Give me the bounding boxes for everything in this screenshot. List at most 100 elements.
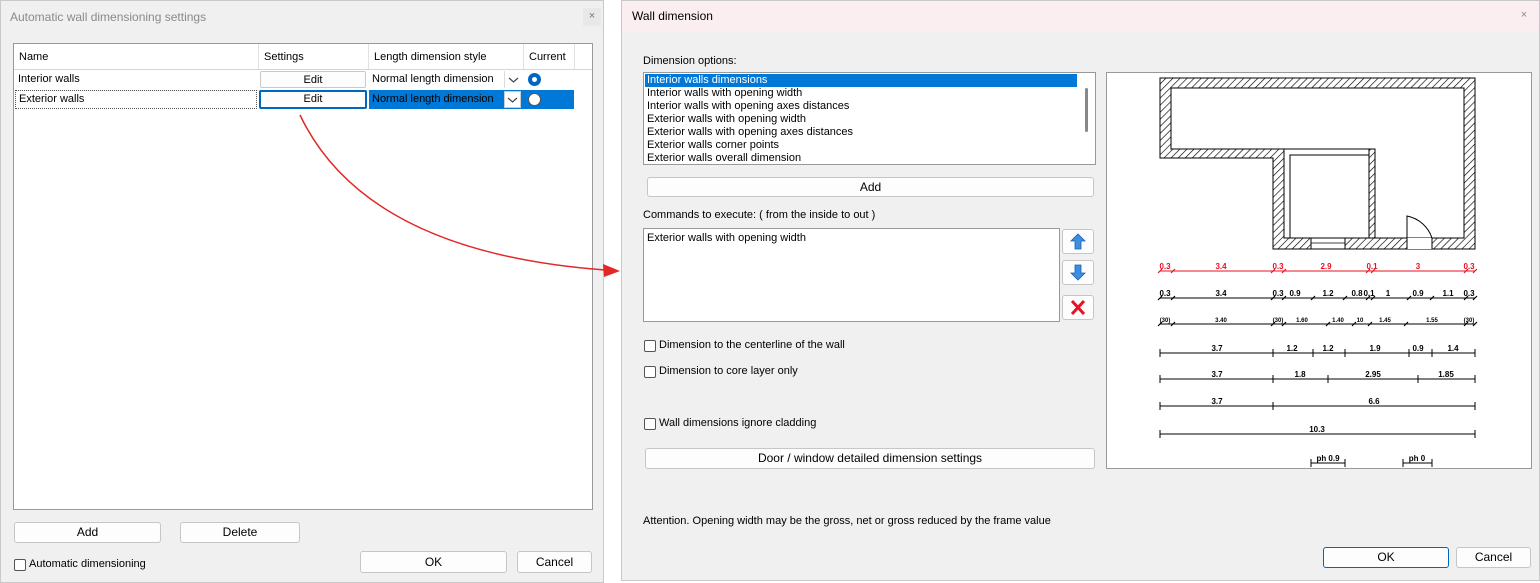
delete-button[interactable]: Delete bbox=[180, 522, 300, 543]
header-divider bbox=[574, 44, 575, 69]
dimension-options-label: Dimension options: bbox=[643, 55, 737, 67]
dim-label: 1.2 bbox=[1322, 344, 1334, 353]
dim-label: 6.6 bbox=[1368, 397, 1380, 406]
list-item[interactable]: Exterior walls with opening axes distanc… bbox=[647, 126, 853, 138]
dim-label: 3.7 bbox=[1211, 370, 1223, 379]
dim-label: ph 0 bbox=[1409, 454, 1426, 463]
style-value: Normal length dimension bbox=[372, 93, 494, 105]
ignore-cladding-label: Wall dimensions ignore cladding bbox=[659, 417, 817, 429]
window-opening bbox=[1310, 237, 1346, 250]
col-header-style[interactable]: Length dimension style bbox=[374, 51, 487, 63]
title-bar: Automatic wall dimensioning settings × bbox=[1, 1, 603, 33]
selected-style-cell[interactable]: Normal length dimension bbox=[369, 90, 574, 109]
dim-label: 10.3 bbox=[1309, 425, 1325, 434]
dim-label: 1.4 bbox=[1447, 344, 1459, 353]
scrollbar-thumb[interactable] bbox=[1085, 88, 1088, 132]
dim-label: 3.4 bbox=[1215, 289, 1227, 298]
remove-command-button[interactable] bbox=[1062, 295, 1094, 320]
centerline-label: Dimension to the centerline of the wall bbox=[659, 339, 845, 351]
door-window-settings-button[interactable]: Door / window detailed dimension setting… bbox=[645, 448, 1095, 469]
wall-dimension-dialog: Wall dimension × Dimension options: Inte… bbox=[621, 0, 1540, 581]
list-item[interactable]: Interior walls with opening axes distanc… bbox=[647, 100, 849, 112]
automatic-dimensioning-checkbox[interactable] bbox=[14, 559, 26, 571]
door-opening bbox=[1407, 238, 1432, 249]
move-up-button[interactable] bbox=[1062, 229, 1094, 254]
dim-label: 1.40 bbox=[1332, 318, 1344, 324]
attention-text: Attention. Opening width may be the gros… bbox=[643, 515, 1051, 527]
commands-label: Commands to execute: ( from the inside t… bbox=[643, 209, 876, 221]
dim-label: 3 bbox=[1416, 262, 1421, 271]
dim-label: 0.8 bbox=[1351, 289, 1363, 298]
header-divider bbox=[368, 44, 369, 69]
add-button[interactable]: Add bbox=[14, 522, 161, 543]
table-row[interactable]: Interior walls Edit Normal length dimens… bbox=[14, 70, 574, 91]
dim-label: 0.1 bbox=[1366, 262, 1378, 271]
header-divider bbox=[523, 44, 524, 69]
dim-label: 0.3 bbox=[1463, 289, 1475, 298]
dimension-preview: 0.3 3.4 0.3 2.9 0.1 3 0.3 0.3 3.4 0.3 0.… bbox=[1106, 72, 1532, 469]
title-bar: Wall dimension × bbox=[622, 1, 1539, 31]
annotation-arrow bbox=[299, 114, 620, 277]
dim-label: 1.1 bbox=[1442, 289, 1454, 298]
dim-label: 1.45 bbox=[1379, 318, 1391, 324]
cancel-button[interactable]: Cancel bbox=[517, 551, 592, 573]
close-button[interactable]: × bbox=[1515, 7, 1533, 25]
row-name: Exterior walls bbox=[19, 93, 85, 105]
dialog-title: Automatic wall dimensioning settings bbox=[10, 10, 207, 24]
col-header-name[interactable]: Name bbox=[19, 51, 48, 63]
style-value: Normal length dimension bbox=[372, 73, 494, 85]
dim-label: 1.2 bbox=[1322, 289, 1334, 298]
close-x-icon bbox=[1070, 299, 1086, 316]
dim-label: ph 0.9 bbox=[1316, 454, 1340, 463]
list-item[interactable]: Exterior walls overall dimension bbox=[647, 152, 801, 164]
dimension-options-list[interactable]: Interior walls dimensions Interior walls… bbox=[643, 72, 1096, 165]
dim-label: 2.95 bbox=[1365, 370, 1381, 379]
core-layer-checkbox[interactable] bbox=[644, 366, 656, 378]
style-dropdown-button[interactable] bbox=[504, 91, 521, 108]
dim-label: 1 bbox=[1386, 289, 1391, 298]
list-item[interactable]: Exterior walls corner points bbox=[647, 139, 779, 151]
list-item[interactable]: Exterior walls with opening width bbox=[647, 232, 806, 244]
list-item[interactable]: Exterior walls with opening width bbox=[647, 113, 806, 125]
cancel-button[interactable]: Cancel bbox=[1456, 547, 1531, 568]
col-header-current[interactable]: Current bbox=[529, 51, 566, 63]
move-down-button[interactable] bbox=[1062, 260, 1094, 285]
ok-button[interactable]: OK bbox=[1323, 547, 1449, 568]
col-header-settings[interactable]: Settings bbox=[264, 51, 304, 63]
ok-button[interactable]: OK bbox=[360, 551, 507, 573]
dim-label: 0.9 bbox=[1412, 344, 1424, 353]
red-dimension-row: 0.3 3.4 0.3 2.9 0.1 3 0.3 bbox=[1159, 262, 1475, 272]
dim-label: 1.85 bbox=[1438, 370, 1454, 379]
scrollbar[interactable] bbox=[1078, 73, 1095, 164]
dim-label: 3.40 bbox=[1215, 318, 1227, 324]
table-row-selected[interactable]: Exterior walls Edit Normal length dimens… bbox=[14, 90, 574, 110]
dim-label: 3.7 bbox=[1211, 397, 1223, 406]
centerline-checkbox[interactable] bbox=[644, 340, 656, 352]
ignore-cladding-checkbox[interactable] bbox=[644, 418, 656, 430]
style-dropdown-button[interactable] bbox=[504, 71, 522, 88]
dim-label: 1.60 bbox=[1296, 318, 1308, 324]
edit-button[interactable]: Edit bbox=[260, 71, 366, 88]
table-header: Name Settings Length dimension style Cur… bbox=[14, 44, 592, 70]
row-name: Interior walls bbox=[18, 73, 80, 85]
current-radio[interactable] bbox=[528, 73, 541, 86]
dim-label: 3.7 bbox=[1211, 344, 1223, 353]
list-item[interactable]: Interior walls dimensions bbox=[647, 74, 767, 86]
dim-label: 0.9 bbox=[1412, 289, 1424, 298]
dim-label: 0.3 bbox=[1463, 262, 1475, 271]
current-radio[interactable] bbox=[528, 93, 541, 106]
row-name-cell[interactable]: Exterior walls bbox=[15, 90, 257, 109]
arrow-down-icon bbox=[1070, 264, 1086, 281]
edit-button[interactable]: Edit bbox=[259, 90, 367, 109]
close-button[interactable]: × bbox=[583, 8, 601, 26]
dim-label: 2.9 bbox=[1320, 262, 1332, 271]
add-option-button[interactable]: Add bbox=[647, 177, 1094, 197]
dim-label: (30) bbox=[1464, 318, 1475, 324]
dim-label: 1.9 bbox=[1369, 344, 1381, 353]
chevron-down-icon bbox=[507, 97, 518, 103]
list-item[interactable]: Interior walls with opening width bbox=[647, 87, 802, 99]
dim-label: 10 bbox=[1357, 318, 1364, 324]
automatic-dimensioning-label: Automatic dimensioning bbox=[29, 558, 146, 570]
commands-list[interactable]: Exterior walls with opening width bbox=[643, 228, 1060, 322]
dialog-title: Wall dimension bbox=[632, 9, 713, 23]
